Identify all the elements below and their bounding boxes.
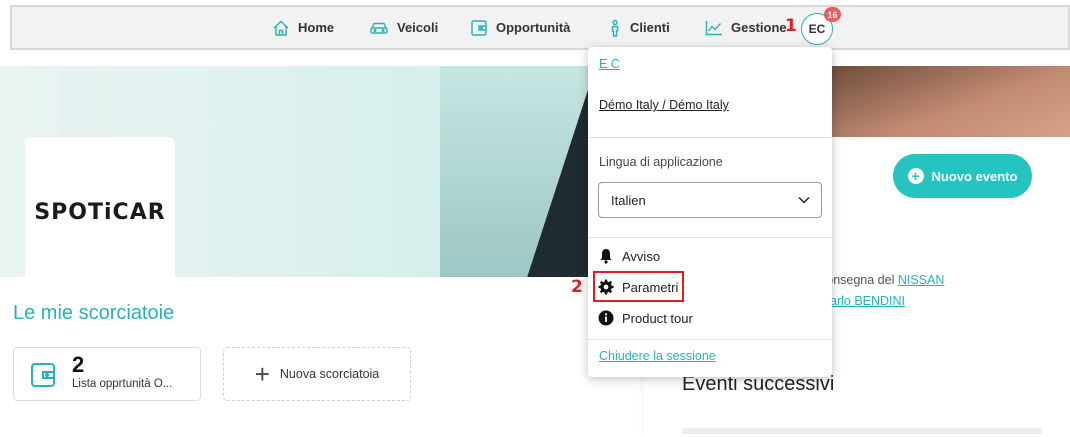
user-menu-dropdown: E C Démo Italy / Démo Italy Lingua di ap… [588, 47, 832, 377]
event-description: consegna del NISSAN [820, 273, 944, 287]
menu-item-product-tour-label: Product tour [622, 310, 693, 326]
new-event-button[interactable]: + Nuovo evento [893, 154, 1032, 198]
menu-item-avviso-label: Avviso [622, 248, 661, 264]
bell-icon [598, 248, 614, 264]
menu-item-avviso[interactable]: Avviso [598, 245, 660, 267]
user-name-link[interactable]: E C [599, 57, 620, 71]
shortcut-card[interactable]: 2 Lista opprtunità O... [13, 347, 201, 401]
home-icon [272, 19, 290, 37]
next-events-list [682, 428, 1042, 434]
new-shortcut-label: Nuova scorciatoia [279, 367, 380, 381]
chart-icon [705, 20, 723, 36]
event-customer: arlo BENDINI [830, 294, 905, 308]
divider [588, 339, 832, 340]
nav-gestione[interactable]: Gestione [705, 7, 787, 48]
shortcut-count: 2 [72, 352, 85, 377]
nav-clienti[interactable]: Clienti [608, 7, 670, 48]
car-icon [369, 20, 389, 36]
divider [588, 237, 832, 238]
divider [588, 137, 832, 138]
nav-home[interactable]: Home [272, 7, 334, 48]
nav-veicoli-label: Veicoli [397, 20, 439, 35]
person-icon [608, 19, 622, 37]
nav-opportunita-label: Opportunità [496, 20, 571, 35]
language-select[interactable]: Italien [598, 182, 822, 218]
logout-link[interactable]: Chiudere la sessione [599, 349, 716, 363]
nav-home-label: Home [298, 20, 335, 35]
new-event-label: Nuovo evento [931, 168, 1018, 184]
shortcuts-title: Le mie scorciatoie [13, 302, 175, 324]
nav-gestione-label: Gestione [731, 20, 787, 35]
organization-link[interactable]: Démo Italy / Démo Italy [599, 98, 729, 112]
nav-clienti-label: Clienti [630, 20, 670, 35]
dealer-logo-card: SPOTiCAR [25, 137, 175, 287]
nav-opportunita[interactable]: Opportunità [470, 7, 570, 48]
highlight-box [593, 271, 684, 302]
step-marker-1: 1 [785, 16, 797, 36]
step-marker-2: 2 [571, 277, 583, 297]
avatar-initials: EC [808, 22, 826, 36]
top-navigation-bar: Home Veicoli Opportunità Clienti Gestion… [10, 5, 1070, 50]
language-value: Italien [611, 192, 646, 208]
info-icon [598, 310, 614, 326]
new-shortcut-button[interactable]: + Nuova scorciatoia [223, 347, 411, 401]
shortcut-label: Lista opprtunità O... [72, 378, 173, 390]
event-vehicle-link[interactable]: NISSAN [898, 273, 945, 287]
chevron-down-icon [797, 192, 811, 211]
nav-veicoli[interactable]: Veicoli [369, 7, 438, 48]
wallet-icon [470, 19, 488, 37]
plus-circle-icon: + [907, 168, 924, 184]
menu-item-product-tour[interactable]: Product tour [598, 307, 693, 329]
spoticar-logo: SPOTiCAR [34, 199, 166, 225]
language-label: Lingua di applicazione [599, 155, 723, 169]
notification-badge: 16 [824, 7, 841, 22]
wallet-icon [30, 362, 56, 393]
event-customer-link[interactable]: arlo BENDINI [830, 294, 905, 308]
plus-icon: + [254, 359, 270, 389]
